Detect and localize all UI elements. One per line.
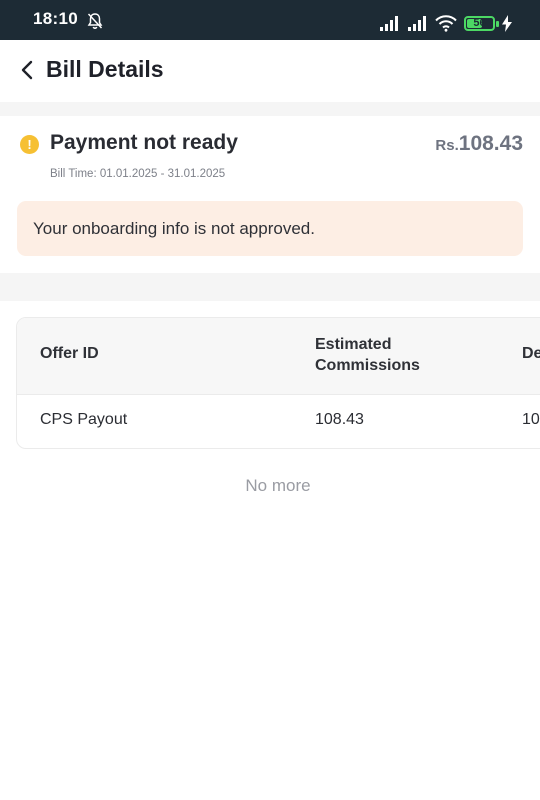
- cell-truncated: 108: [522, 411, 540, 428]
- table-row[interactable]: CPS Payout 108.43 108: [17, 395, 540, 448]
- charging-bolt-icon: [502, 15, 512, 32]
- onboarding-notice: Your onboarding info is not approved.: [17, 201, 523, 256]
- signal-icon: [380, 16, 398, 31]
- page-title: Bill Details: [46, 56, 164, 82]
- table-header: Offer ID Estimated Commissions De: [17, 318, 540, 395]
- currency-prefix: Rs.: [435, 137, 459, 154]
- no-more-text: No more: [245, 476, 311, 495]
- section-divider: [0, 102, 540, 116]
- cell-estimated-commissions: 108.43: [315, 411, 364, 428]
- column-header-offer-id: Offer ID: [40, 345, 99, 362]
- column-header-estimated-commissions: Estimated Commissions: [315, 336, 420, 374]
- battery-icon: 56: [464, 16, 495, 31]
- payment-status-title: Payment not ready: [50, 131, 238, 154]
- app-header: Bill Details: [0, 40, 540, 102]
- bill-time-value: 01.01.2025 - 31.01.2025: [99, 168, 226, 180]
- amount-value: 108.43: [458, 132, 523, 155]
- column-header-truncated: De: [522, 345, 540, 362]
- warning-circle-icon: !: [20, 135, 39, 154]
- status-bar: 18:10 56: [0, 0, 540, 40]
- bill-amount: Rs.108.43: [435, 132, 523, 156]
- signal-icon: [408, 16, 426, 31]
- wifi-icon: [435, 15, 457, 32]
- mute-bell-icon: [87, 13, 103, 29]
- battery-cap: [496, 21, 499, 27]
- chevron-left-icon[interactable]: [16, 59, 38, 81]
- status-time: 18:10: [33, 9, 78, 28]
- commission-table: Offer ID Estimated Commissions De CPS Pa…: [16, 317, 540, 449]
- battery-level: 56: [473, 17, 486, 29]
- section-divider: [0, 273, 540, 301]
- bill-time: Bill Time: 01.01.2025 - 31.01.2025: [50, 168, 225, 180]
- bill-time-label: Bill Time:: [50, 168, 97, 180]
- cell-offer-id: CPS Payout: [40, 411, 128, 428]
